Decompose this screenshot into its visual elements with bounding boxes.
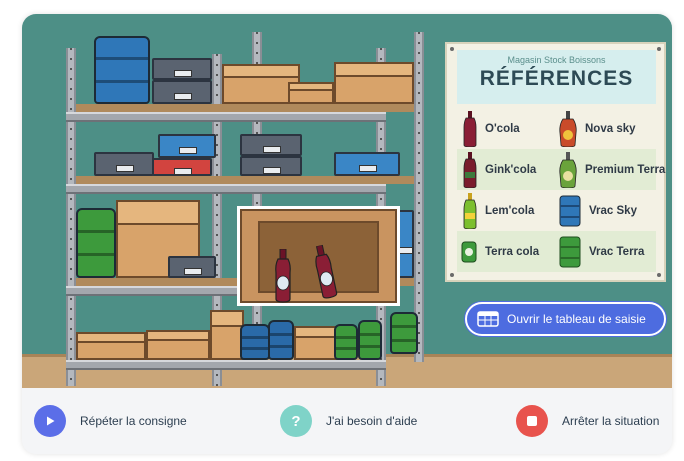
green-drum [390,312,418,354]
cardboard-box [146,330,210,360]
shelf-beam [66,112,386,122]
lemcola-bottle-icon [463,192,477,229]
stop-icon [516,405,548,437]
cardboard-box [76,332,146,360]
green-drum [334,324,358,360]
reference-label: Lem'cola [485,204,535,217]
cardboard-box [210,310,244,360]
gray-bin [240,134,302,156]
references-row: Lem'cola Vrac Sky [457,190,656,231]
question-icon: ? [280,405,312,437]
references-header: Magasin Stock Boissons RÉFÉRENCES [457,50,656,104]
reference-label: Nova sky [585,122,636,135]
play-icon [34,405,66,437]
blue-drum [94,36,150,104]
vrac-terra-drum-icon [559,236,581,267]
references-board: Magasin Stock Boissons RÉFÉRENCES O'cola… [445,42,666,282]
shelf-post [66,48,76,386]
shelf-beam [66,360,386,370]
cardboard-box [334,62,414,104]
green-drum [76,208,116,278]
open-entry-table-label: Ouvrir le tableau de saisie [507,312,646,326]
reference-vrac-terra: Vrac Terra [559,231,644,272]
reference-label: O'cola [485,122,520,135]
reference-ginkcola: Gink'cola [463,149,536,190]
blue-drum [268,320,294,360]
reference-nova-sky: Nova sky [559,108,636,149]
stop-situation-label: Arrêter la situation [562,414,660,428]
reference-ocola: O'cola [463,108,520,149]
cardboard-box [288,82,334,104]
help-button[interactable]: ? J'ai besoin d'aide [280,404,417,438]
stop-situation-button[interactable]: Arrêter la situation [516,404,659,438]
reference-premium-terra: Premium Terra [559,149,665,190]
cardboard-box [294,326,338,360]
open-box[interactable] [237,206,400,306]
reference-vrac-sky: Vrac Sky [559,190,637,231]
blue-drum [240,324,270,360]
premium-terra-bottle-icon [559,151,577,188]
action-bar: Répéter la consigne ? J'ai besoin d'aide… [22,388,672,454]
warehouse-scene: Magasin Stock Boissons RÉFÉRENCES O'cola… [22,14,672,388]
shelf-board [76,104,414,112]
nova-sky-bottle-icon [559,110,577,147]
references-subtitle: Magasin Stock Boissons [507,55,606,65]
table-icon [477,311,499,327]
gray-bin [152,80,212,104]
gray-bin [240,156,302,176]
references-row: Terra cola Vrac Terra [457,231,656,272]
repeat-instruction-label: Répéter la consigne [80,414,187,428]
cola-bottle-icon[interactable] [274,249,292,303]
reference-label: Vrac Terra [589,245,645,258]
ginkcola-bottle-icon [463,151,477,188]
help-label: J'ai besoin d'aide [326,414,418,428]
reference-label: Vrac Sky [589,204,637,217]
reference-terra-cola: Terra cola [461,231,539,272]
gray-bin [168,256,216,278]
reference-label: Gink'cola [485,163,537,176]
references-row: Gink'cola Premium Terra [457,149,665,190]
repeat-instruction-button[interactable]: Répéter la consigne [34,404,187,438]
gray-bin [152,58,212,80]
blue-bin [334,152,400,176]
references-row: O'cola Nova sky [457,108,656,149]
shelf-beam [66,184,386,194]
blue-bin [158,134,216,158]
shelf-board [76,176,414,184]
gray-bin [94,152,154,176]
terra-cola-can-icon [461,241,477,262]
green-drum [358,320,382,360]
reference-lemcola: Lem'cola [463,190,534,231]
cola-bottle-icon [463,110,477,147]
red-bin [152,158,212,176]
vrac-sky-drum-icon [559,195,581,226]
game-frame: Magasin Stock Boissons RÉFÉRENCES O'cola… [22,14,672,454]
reference-label: Terra cola [485,245,540,258]
open-entry-table-button[interactable]: Ouvrir le tableau de saisie [465,302,666,336]
references-title: RÉFÉRENCES [479,67,634,90]
reference-label: Premium Terra [585,163,666,176]
